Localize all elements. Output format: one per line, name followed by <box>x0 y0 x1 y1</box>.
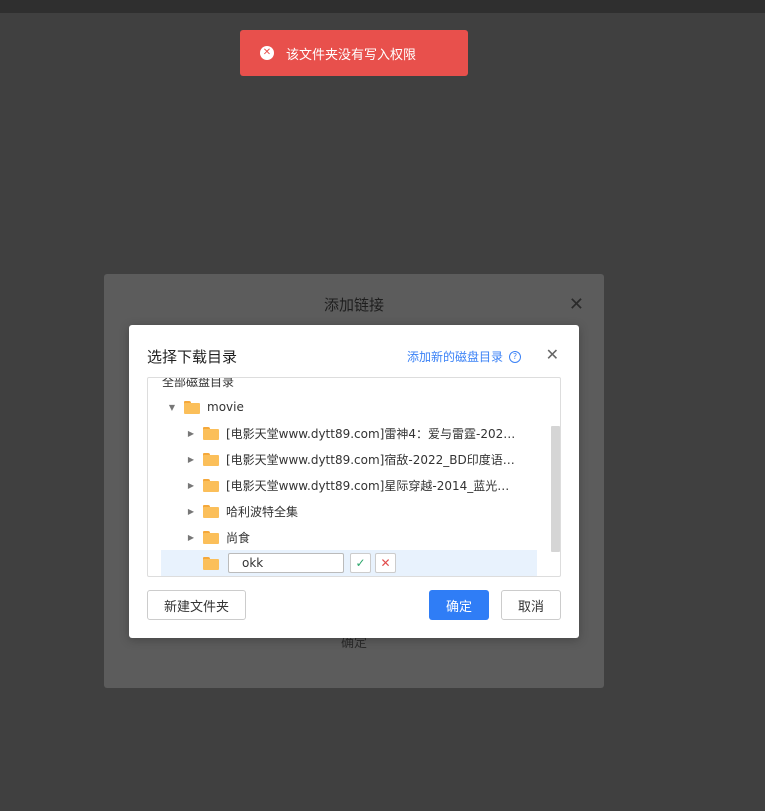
caret-right-icon[interactable]: ▶ <box>187 481 195 490</box>
folder-icon <box>203 452 219 466</box>
tree-item-label: movie <box>207 400 244 414</box>
confirm-button[interactable]: 确定 <box>429 590 489 620</box>
folder-icon <box>203 478 219 492</box>
caret-down-icon[interactable]: ▼ <box>168 403 176 412</box>
folder-icon <box>203 530 219 544</box>
tree-root-label: 全部磁盘目录 <box>162 377 235 389</box>
cancel-new-folder-button[interactable]: ✕ <box>375 553 396 573</box>
toast-message: 该文件夹没有写入权限 <box>286 47 417 63</box>
help-icon[interactable]: ? <box>509 350 521 363</box>
cancel-button[interactable]: 取消 <box>501 590 561 620</box>
caret-right-icon[interactable]: ▶ <box>187 455 195 464</box>
tree-item-movie[interactable]: ▼ movie <box>148 394 548 420</box>
tree-item[interactable]: ▶ [电影天堂www.dytt89.com]宿敌-2022_BD印度语中... <box>148 446 548 472</box>
tree-item-label: [电影天堂www.dytt89.com]星际穿越-2014_蓝光国英... <box>226 478 521 493</box>
add-link-title: 添加链接 <box>323 296 384 314</box>
tree-item[interactable]: ▶ 哈利波特全集 <box>148 498 548 524</box>
tree-item[interactable]: ▶ 全部 <box>148 576 548 577</box>
close-icon[interactable]: ✕ <box>546 347 559 363</box>
tree-scrollbar[interactable] <box>551 426 560 552</box>
directory-tree: 全部磁盘目录 ▼ movie ▶ [电影天堂www.dytt89.com]雷神4… <box>147 377 561 577</box>
tree-root[interactable]: 全部磁盘目录 <box>148 377 548 394</box>
tree-item[interactable]: ▶ [电影天堂www.dytt89.com]雷神4：爱与雷霆-2022_... <box>148 420 548 446</box>
error-circle-icon: ✕ <box>260 46 274 60</box>
caret-right-icon[interactable]: ▶ <box>187 533 195 542</box>
caret-right-icon[interactable]: ▶ <box>187 507 195 516</box>
folder-icon <box>203 426 219 440</box>
folder-icon <box>203 504 219 518</box>
folder-icon <box>184 400 200 414</box>
dialog-title: 选择下载目录 <box>147 348 238 366</box>
select-download-dir-dialog: 选择下载目录 添加新的磁盘目录 ? ✕ 全部磁盘目录 ▼ movie ▶ [电影… <box>129 325 579 638</box>
tree-item-label: [电影天堂www.dytt89.com]雷神4：爱与雷霆-2022_... <box>226 426 521 441</box>
add-disk-dir-label: 添加新的磁盘目录 <box>406 350 503 364</box>
new-folder-row: ▶ ✓ ✕ <box>161 550 537 576</box>
close-icon[interactable]: ✕ <box>569 296 584 314</box>
new-folder-button[interactable]: 新建文件夹 <box>147 590 246 620</box>
error-toast: ✕ 该文件夹没有写入权限 <box>240 30 468 76</box>
new-folder-name-input[interactable] <box>228 553 344 573</box>
tree-item-label: 尚食 <box>226 530 251 545</box>
tree-item[interactable]: ▶ [电影天堂www.dytt89.com]星际穿越-2014_蓝光国英... <box>148 472 548 498</box>
tree-item-label: 哈利波特全集 <box>226 504 299 519</box>
caret-right-icon[interactable]: ▶ <box>187 429 195 438</box>
top-bar <box>0 0 765 13</box>
tree-item[interactable]: ▶ 尚食 <box>148 524 548 550</box>
folder-icon <box>203 556 219 570</box>
add-disk-dir-link[interactable]: 添加新的磁盘目录 ? <box>407 348 521 365</box>
confirm-new-folder-button[interactable]: ✓ <box>350 553 371 573</box>
tree-item-label: [电影天堂www.dytt89.com]宿敌-2022_BD印度语中... <box>226 452 521 467</box>
